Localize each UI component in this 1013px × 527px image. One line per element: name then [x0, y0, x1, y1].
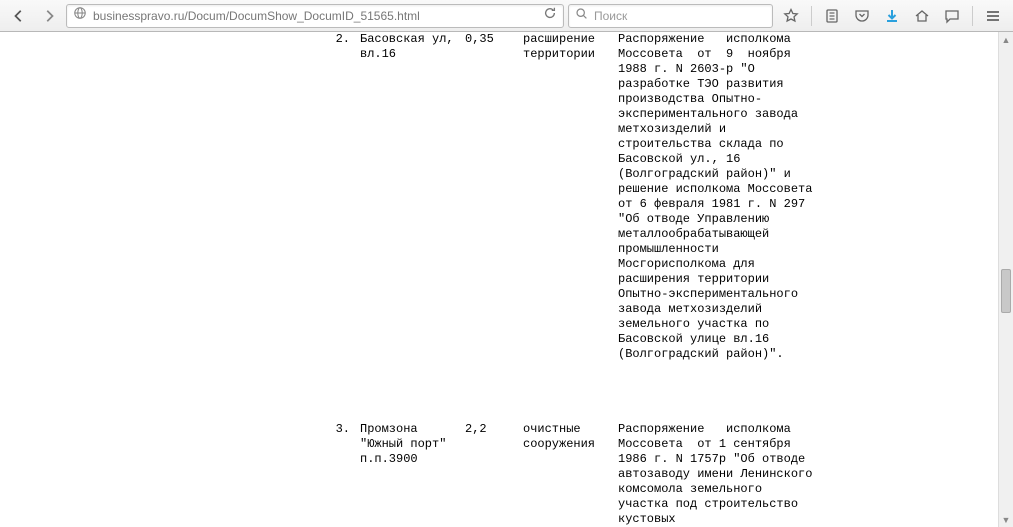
- url-bar[interactable]: businesspravo.ru/Docum/DocumShow_DocumID…: [66, 4, 564, 28]
- cell-address: Басовская ул, вл.16: [360, 32, 465, 362]
- cell-value: 2,2: [465, 422, 523, 527]
- table-row: 2. Басовская ул, вл.16 0,35 расширение т…: [330, 32, 823, 362]
- cell-basis: Распоряжение исполкома Моссовета от 9 но…: [618, 32, 823, 362]
- reader-icon[interactable]: [820, 4, 844, 28]
- browser-toolbar: businesspravo.ru/Docum/DocumShow_DocumID…: [0, 0, 1013, 32]
- forward-button[interactable]: [36, 4, 62, 28]
- document-table: 2. Басовская ул, вл.16 0,35 расширение т…: [330, 32, 823, 527]
- globe-icon: [73, 6, 87, 25]
- chat-icon[interactable]: [940, 4, 964, 28]
- search-input[interactable]: [594, 9, 766, 23]
- toolbar-separator: [972, 6, 973, 26]
- bookmark-star-icon[interactable]: [779, 4, 803, 28]
- table-row: 3. Промзона "Южный порт" п.п.3900 2,2 оч…: [330, 422, 823, 527]
- cell-address: Промзона "Южный порт" п.п.3900: [360, 422, 465, 527]
- pocket-icon[interactable]: [850, 4, 874, 28]
- scroll-up-arrow[interactable]: ▲: [999, 32, 1013, 47]
- vertical-scrollbar[interactable]: ▲ ▼: [998, 32, 1013, 527]
- downloads-icon[interactable]: [880, 4, 904, 28]
- cell-purpose: очистные сооружения: [523, 422, 618, 527]
- scroll-down-arrow[interactable]: ▼: [999, 512, 1013, 527]
- search-icon: [575, 7, 588, 25]
- page-content: 2. Басовская ул, вл.16 0,35 расширение т…: [0, 32, 1013, 527]
- back-button[interactable]: [6, 4, 32, 28]
- home-icon[interactable]: [910, 4, 934, 28]
- scroll-track[interactable]: [999, 47, 1013, 512]
- cell-value: 0,35: [465, 32, 523, 362]
- cell-purpose: расширение территории: [523, 32, 618, 362]
- toolbar-icons: [777, 4, 1007, 28]
- toolbar-separator: [811, 6, 812, 26]
- cell-number: 3.: [330, 422, 360, 527]
- menu-icon[interactable]: [981, 4, 1005, 28]
- url-text: businesspravo.ru/Docum/DocumShow_DocumID…: [93, 9, 537, 23]
- cell-basis: Распоряжение исполкома Моссовета от 1 се…: [618, 422, 823, 527]
- search-bar[interactable]: [568, 4, 773, 28]
- cell-number: 2.: [330, 32, 360, 362]
- scroll-thumb[interactable]: [1001, 269, 1011, 313]
- reload-button[interactable]: [543, 6, 557, 25]
